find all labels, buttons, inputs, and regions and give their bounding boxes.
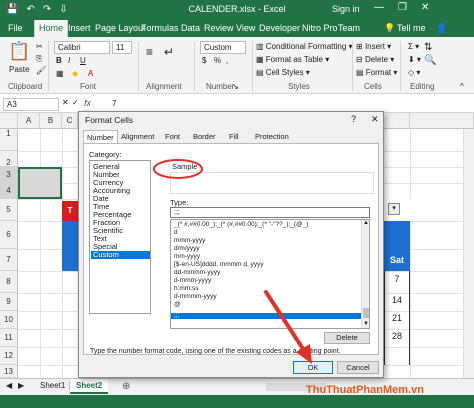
watermark-logo: ThuThuatPhanMem.vn	[306, 384, 424, 396]
annotation-overlay	[153, 159, 312, 364]
excel-window: 💾 ↶ ↷ ⇩ CALENDER.xlsx - Excel Sign in — …	[0, 0, 474, 408]
highlight-ellipse	[153, 159, 203, 179]
annotation-arrow-shaft	[264, 290, 307, 354]
